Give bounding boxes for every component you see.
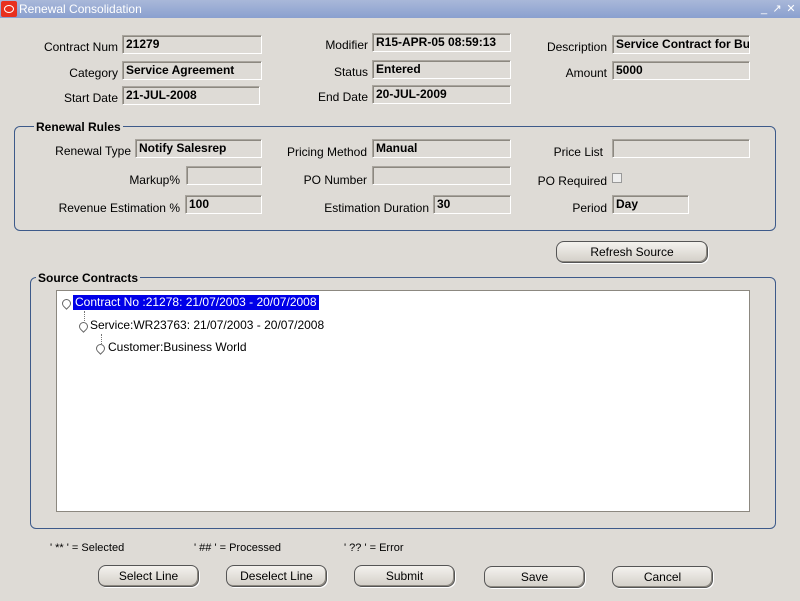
end-date-field[interactable]: 20-JUL-2009 xyxy=(372,85,511,104)
collapse-icon[interactable] xyxy=(96,344,105,353)
renewal-rules-title: Renewal Rules xyxy=(34,120,123,134)
revenue-estimation-label: Revenue Estimation % xyxy=(58,201,180,215)
legend-error: ' ?? ' = Error xyxy=(344,542,404,554)
category-field[interactable]: Service Agreement xyxy=(122,61,262,80)
pricing-method-field[interactable]: Manual xyxy=(372,139,511,158)
po-number-label: PO Number xyxy=(303,173,367,187)
price-list-label: Price List xyxy=(553,145,603,159)
legend-processed: ' ## ' = Processed xyxy=(194,542,282,554)
po-required-label: PO Required xyxy=(537,174,607,188)
revenue-estimation-field[interactable]: 100 xyxy=(185,195,262,214)
collapse-icon[interactable] xyxy=(62,299,71,308)
contract-num-label: Contract Num xyxy=(43,40,118,54)
po-number-field[interactable] xyxy=(372,166,511,185)
renewal-type-field[interactable]: Notify Salesrep xyxy=(135,139,262,158)
tree-node-contract[interactable]: Contract No :21278: 21/07/2003 - 20/07/2… xyxy=(73,295,319,310)
window-titlebar: Renewal Consolidation _ ↗ ✕ xyxy=(0,0,800,18)
minimize-icon[interactable]: _ xyxy=(758,0,770,18)
refresh-source-button[interactable]: Refresh Source xyxy=(556,241,708,263)
deselect-line-button[interactable]: Deselect Line xyxy=(226,565,327,587)
price-list-field[interactable] xyxy=(612,139,750,158)
estimation-duration-field[interactable]: 30 xyxy=(433,195,511,214)
period-label: Period xyxy=(572,201,607,215)
submit-button[interactable]: Submit xyxy=(354,565,455,587)
po-required-checkbox[interactable] xyxy=(612,173,622,183)
modifier-label: Modifier xyxy=(325,38,368,52)
tree-connector xyxy=(101,334,102,344)
tree-connector xyxy=(84,311,85,321)
window-title: Renewal Consolidation xyxy=(19,2,142,16)
restore-icon[interactable]: ↗ xyxy=(771,0,783,18)
modifier-field[interactable]: R15-APR-05 08:59:13 xyxy=(372,33,511,52)
close-icon[interactable]: ✕ xyxy=(785,0,797,18)
end-date-label: End Date xyxy=(317,90,368,104)
oracle-logo-icon xyxy=(1,1,17,17)
source-contracts-title: Source Contracts xyxy=(36,271,141,285)
renewal-type-label: Renewal Type xyxy=(55,144,131,158)
save-button[interactable]: Save xyxy=(484,566,585,588)
amount-label: Amount xyxy=(565,66,607,80)
collapse-icon[interactable] xyxy=(79,322,88,331)
cancel-button[interactable]: Cancel xyxy=(612,566,713,588)
category-label: Category xyxy=(69,66,118,80)
legend-selected: ' ** ' = Selected xyxy=(50,542,125,554)
pricing-method-label: Pricing Method xyxy=(286,145,367,159)
status-field[interactable]: Entered xyxy=(372,60,511,79)
period-field[interactable]: Day xyxy=(612,195,689,214)
contract-num-field[interactable]: 21279 xyxy=(122,35,262,54)
start-date-label: Start Date xyxy=(63,91,118,105)
select-line-button[interactable]: Select Line xyxy=(98,565,199,587)
markup-label: Markup% xyxy=(129,173,180,187)
tree-node-customer[interactable]: Customer:Business World xyxy=(108,340,247,355)
estimation-duration-label: Estimation Duration xyxy=(324,201,429,215)
markup-field[interactable] xyxy=(186,166,262,185)
start-date-field[interactable]: 21-JUL-2008 xyxy=(122,86,260,105)
description-label: Description xyxy=(546,40,607,54)
amount-field[interactable]: 5000 xyxy=(612,61,750,80)
source-contracts-tree[interactable]: Contract No :21278: 21/07/2003 - 20/07/2… xyxy=(56,290,750,512)
tree-node-service[interactable]: Service:WR23763: 21/07/2003 - 20/07/2008 xyxy=(90,318,324,333)
description-field[interactable]: Service Contract for Bu xyxy=(612,35,750,54)
status-label: Status xyxy=(333,65,368,79)
